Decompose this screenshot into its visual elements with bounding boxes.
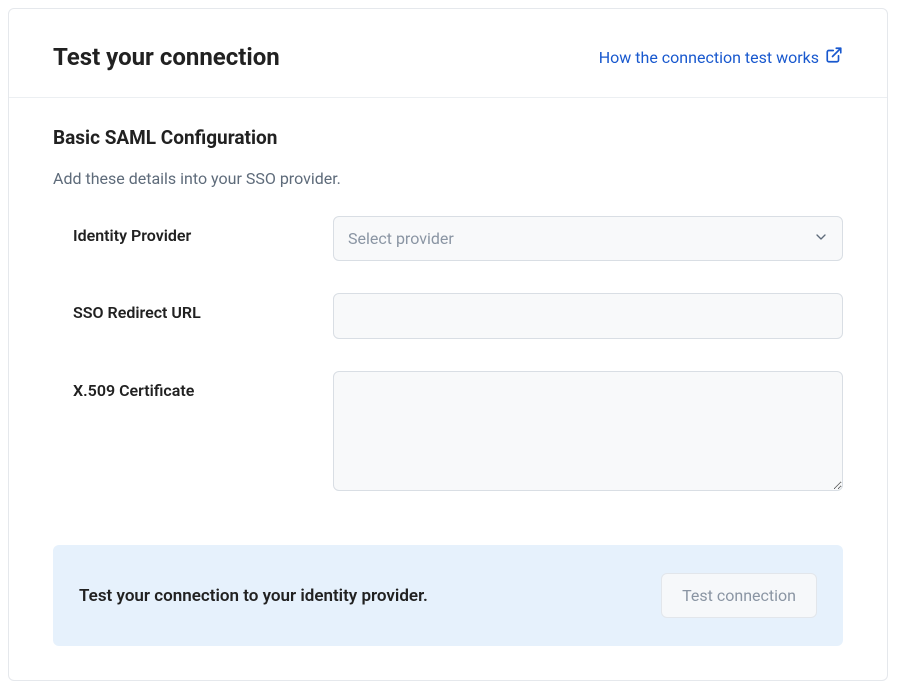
test-connection-callout: Test your connection to your identity pr… — [53, 545, 843, 646]
external-link-icon — [825, 46, 843, 68]
identity-provider-select-wrap: Select provider — [333, 216, 843, 261]
sso-redirect-url-label: SSO Redirect URL — [73, 293, 333, 322]
basic-saml-section: Basic SAML Configuration Add these detai… — [9, 98, 887, 537]
identity-provider-select[interactable]: Select provider — [333, 216, 843, 261]
test-connection-button[interactable]: Test connection — [661, 573, 817, 618]
identity-provider-row: Identity Provider Select provider — [53, 216, 843, 261]
section-description: Add these details into your SSO provider… — [53, 169, 843, 188]
identity-provider-label: Identity Provider — [73, 216, 333, 245]
help-link-text: How the connection test works — [599, 48, 819, 67]
x509-certificate-label: X.509 Certificate — [73, 371, 333, 400]
callout-text: Test your connection to your identity pr… — [79, 586, 428, 606]
connection-card: Test your connection How the connection … — [8, 8, 888, 681]
sso-redirect-url-input[interactable] — [333, 293, 843, 339]
section-title: Basic SAML Configuration — [53, 126, 843, 149]
card-header: Test your connection How the connection … — [9, 9, 887, 98]
x509-certificate-textarea[interactable] — [333, 371, 843, 491]
page-title: Test your connection — [53, 43, 280, 71]
x509-certificate-row: X.509 Certificate — [53, 371, 843, 495]
sso-redirect-url-row: SSO Redirect URL — [53, 293, 843, 339]
help-link[interactable]: How the connection test works — [599, 46, 843, 68]
